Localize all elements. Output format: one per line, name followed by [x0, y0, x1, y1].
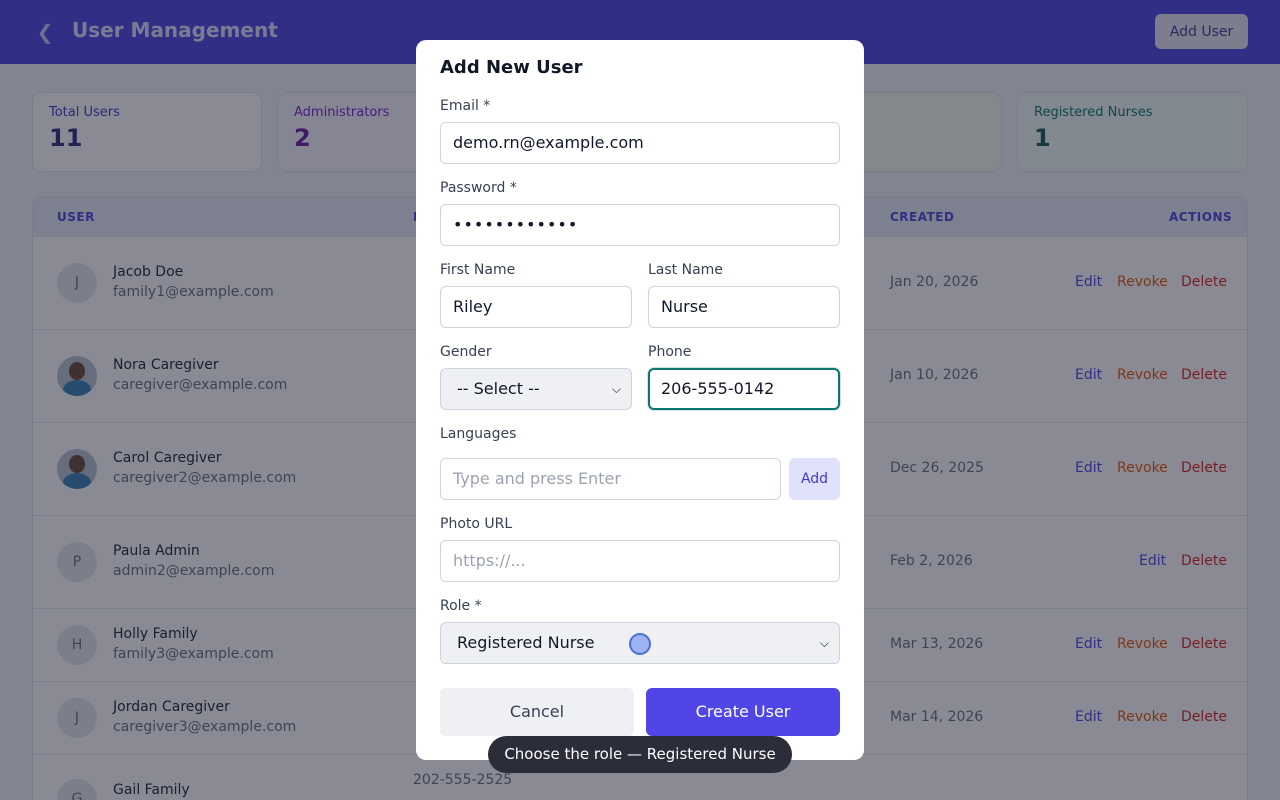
gender-select[interactable]: -- Select -- ⌵	[440, 368, 632, 410]
last-name-field[interactable]: Nurse	[648, 286, 840, 328]
cancel-button[interactable]: Cancel	[440, 688, 634, 736]
role-label: Role *	[440, 598, 482, 614]
role-selected-value: Registered Nurse	[457, 633, 595, 652]
languages-input[interactable]: Type and press Enter	[440, 458, 781, 500]
modal-title: Add New User	[440, 57, 583, 78]
languages-label: Languages	[440, 426, 517, 442]
cursor-indicator	[629, 633, 651, 655]
password-field[interactable]: ••••••••••••	[440, 204, 840, 246]
action-tooltip: Choose the role — Registered Nurse	[488, 736, 792, 773]
phone-field[interactable]: 206-555-0142	[648, 368, 840, 410]
gender-label: Gender	[440, 344, 492, 360]
chevron-down-icon: ⌵	[819, 636, 829, 650]
create-user-button[interactable]: Create User	[646, 688, 840, 736]
photo-url-label: Photo URL	[440, 516, 513, 532]
photo-url-input[interactable]: https://...	[440, 540, 840, 582]
first-name-field[interactable]: Riley	[440, 286, 632, 328]
email-label: Email *	[440, 98, 491, 114]
phone-label: Phone	[648, 344, 692, 360]
gender-selected-value: -- Select --	[457, 379, 540, 398]
add-language-button[interactable]: Add	[789, 458, 840, 500]
first-name-label: First Name	[440, 262, 516, 278]
last-name-label: Last Name	[648, 262, 723, 278]
password-label: Password *	[440, 180, 517, 196]
chevron-down-icon: ⌵	[611, 382, 621, 396]
email-field[interactable]: demo.rn@example.com	[440, 122, 840, 164]
